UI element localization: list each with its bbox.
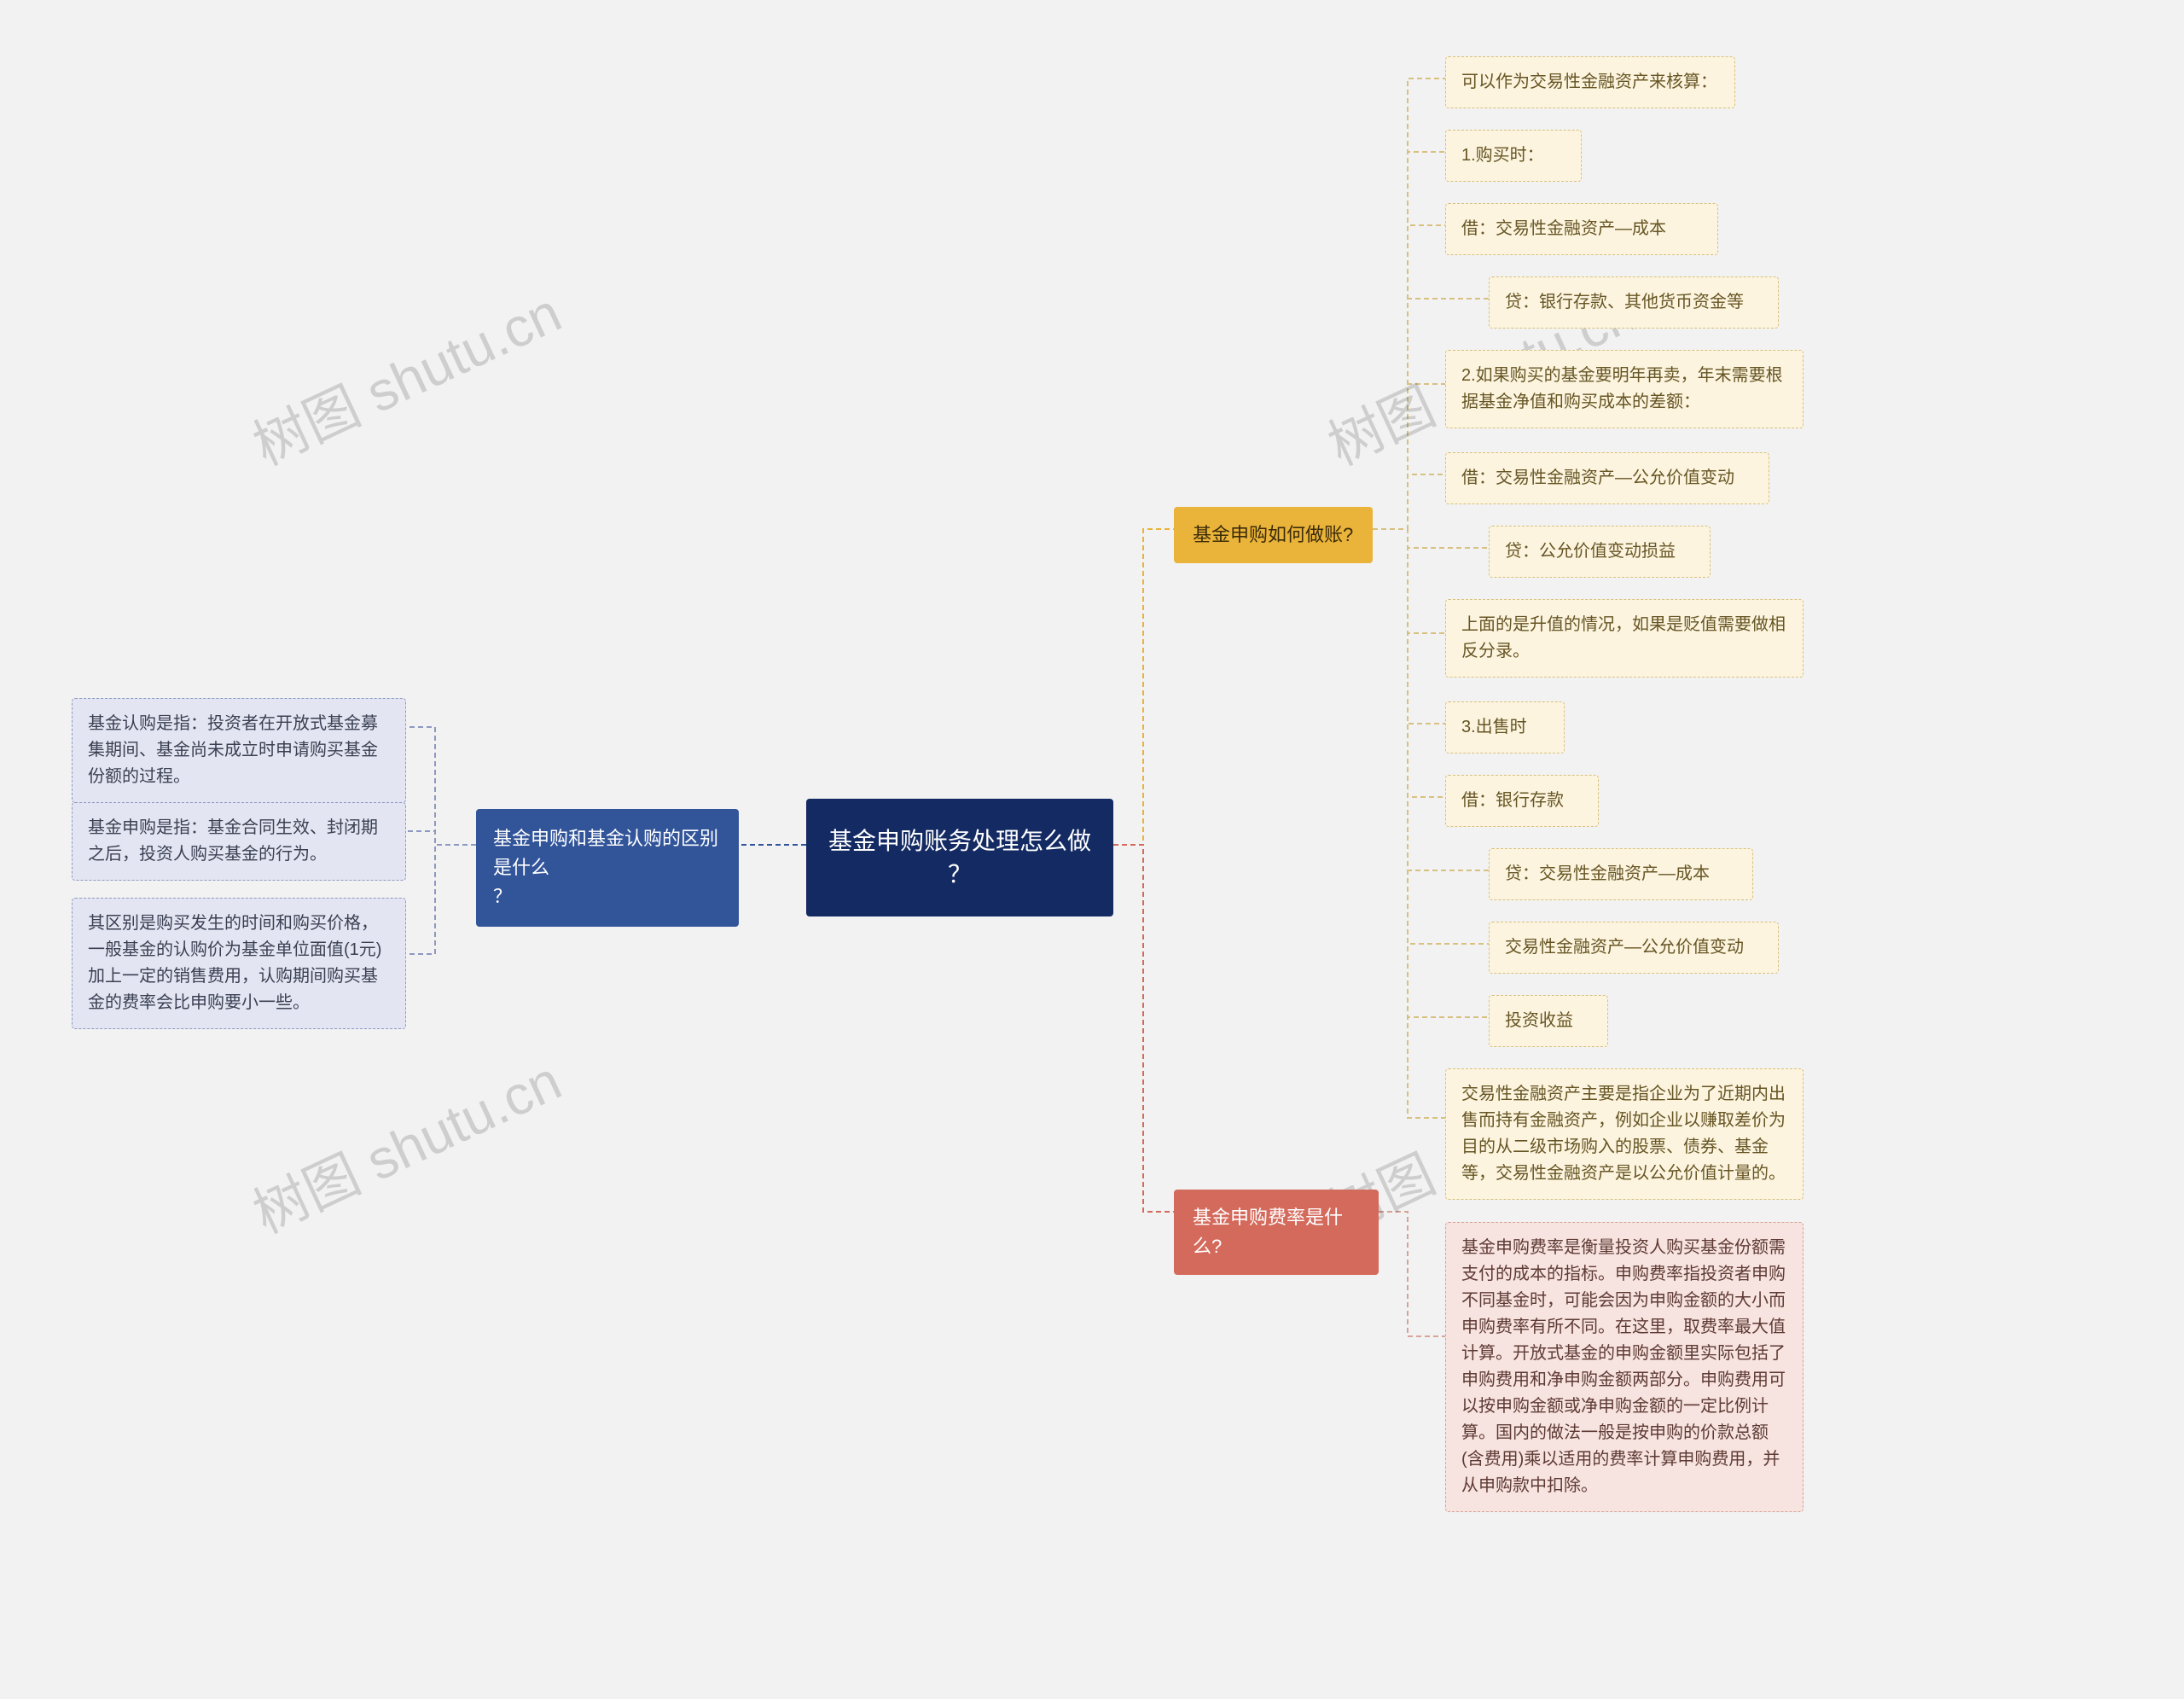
root-text-2: ？ (828, 858, 1091, 891)
leaf-acc-5: 2.如果购买的基金要明年再卖，年末需要根据基金净值和购买成本的差额： (1445, 350, 1804, 428)
leaf-acc-14: 交易性金融资产主要是指企业为了近期内出售而持有金融资产，例如企业以赚取差价为目的… (1445, 1068, 1804, 1200)
leaf-acc-12: 交易性金融资产—公允价值变动 (1489, 922, 1779, 974)
root-text-1: 基金申购账务处理怎么做 (828, 824, 1091, 858)
leaf-acc-13: 投资收益 (1489, 995, 1608, 1047)
root-node: 基金申购账务处理怎么做 ？ (806, 799, 1113, 916)
leaf-acc-6: 借：交易性金融资产—公允价值变动 (1445, 452, 1769, 504)
watermark: 树图 shutu.cn (239, 1038, 572, 1248)
leaf-acc-9: 3.出售时 (1445, 701, 1565, 753)
branch-feerate: 基金申购费率是什么? (1174, 1190, 1379, 1275)
leaf-diff-3: 其区别是购买发生的时间和购买价格，一般基金的认购价为基金单位面值(1元)加上一定… (72, 898, 406, 1029)
leaf-diff-2: 基金申购是指：基金合同生效、封闭期之后，投资人购买基金的行为。 (72, 802, 406, 881)
leaf-acc-4: 贷：银行存款、其他货币资金等 (1489, 276, 1779, 329)
leaf-acc-11: 贷：交易性金融资产—成本 (1489, 848, 1753, 900)
branch-difference-text-2: ？ (493, 882, 722, 911)
leaf-acc-3: 借：交易性金融资产—成本 (1445, 203, 1718, 255)
leaf-fee-1: 基金申购费率是衡量投资人购买基金份额需支付的成本的指标。申购费率指投资者申购不同… (1445, 1222, 1804, 1512)
leaf-acc-2: 1.购买时： (1445, 130, 1582, 182)
leaf-acc-7: 贷：公允价值变动损益 (1489, 526, 1711, 578)
branch-accounting: 基金申购如何做账? (1174, 507, 1373, 563)
leaf-acc-1: 可以作为交易性金融资产来核算： (1445, 56, 1735, 108)
leaf-acc-8: 上面的是升值的情况，如果是贬值需要做相反分录。 (1445, 599, 1804, 678)
branch-difference-text-1: 基金申购和基金认购的区别是什么 (493, 824, 722, 882)
leaf-acc-10: 借：银行存款 (1445, 775, 1599, 827)
leaf-diff-1: 基金认购是指：投资者在开放式基金募集期间、基金尚未成立时申请购买基金份额的过程。 (72, 698, 406, 803)
branch-difference: 基金申购和基金认购的区别是什么 ？ (476, 809, 739, 927)
watermark: 树图 shutu.cn (239, 270, 572, 480)
